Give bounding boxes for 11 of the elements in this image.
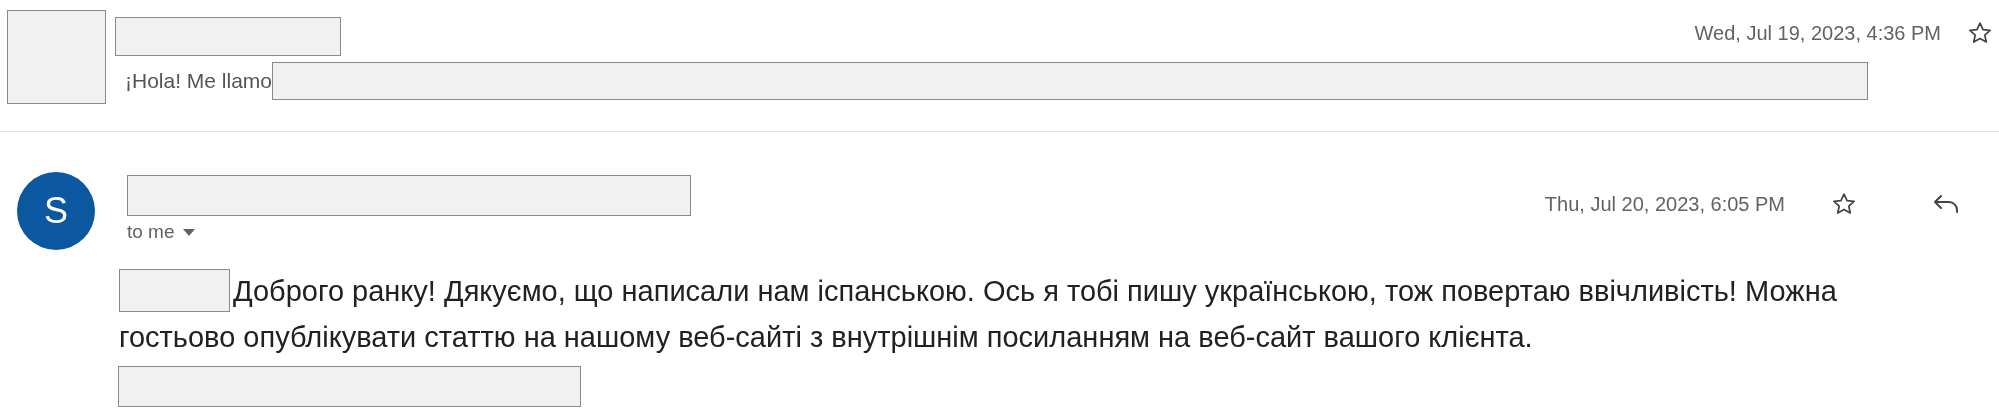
message-date: Wed, Jul 19, 2023, 4:36 PM bbox=[1694, 21, 1941, 46]
message-body-line: гостьово опублікувати статтю на нашому веб-сайті з внутрішнім посиланням на веб-сайт вашого клієнта. bbox=[119, 319, 1533, 355]
message-body-line: Доброго ранку! Дякуємо, що написали нам іспанською. Ось я тобі пишу українською, тож повертаю ввічливість! Можна bbox=[233, 273, 1837, 309]
reply-icon[interactable] bbox=[1933, 193, 1959, 215]
star-icon[interactable] bbox=[1967, 20, 1993, 46]
recipient-dropdown[interactable]: to me bbox=[127, 218, 691, 247]
message-date: Thu, Jul 20, 2023, 6:05 PM bbox=[1544, 192, 1785, 217]
caret-icon bbox=[182, 228, 195, 236]
message-snippet: ¡Hola! Me llamo bbox=[125, 68, 273, 95]
star-icon[interactable] bbox=[1831, 191, 1857, 217]
avatar: S bbox=[17, 172, 95, 250]
